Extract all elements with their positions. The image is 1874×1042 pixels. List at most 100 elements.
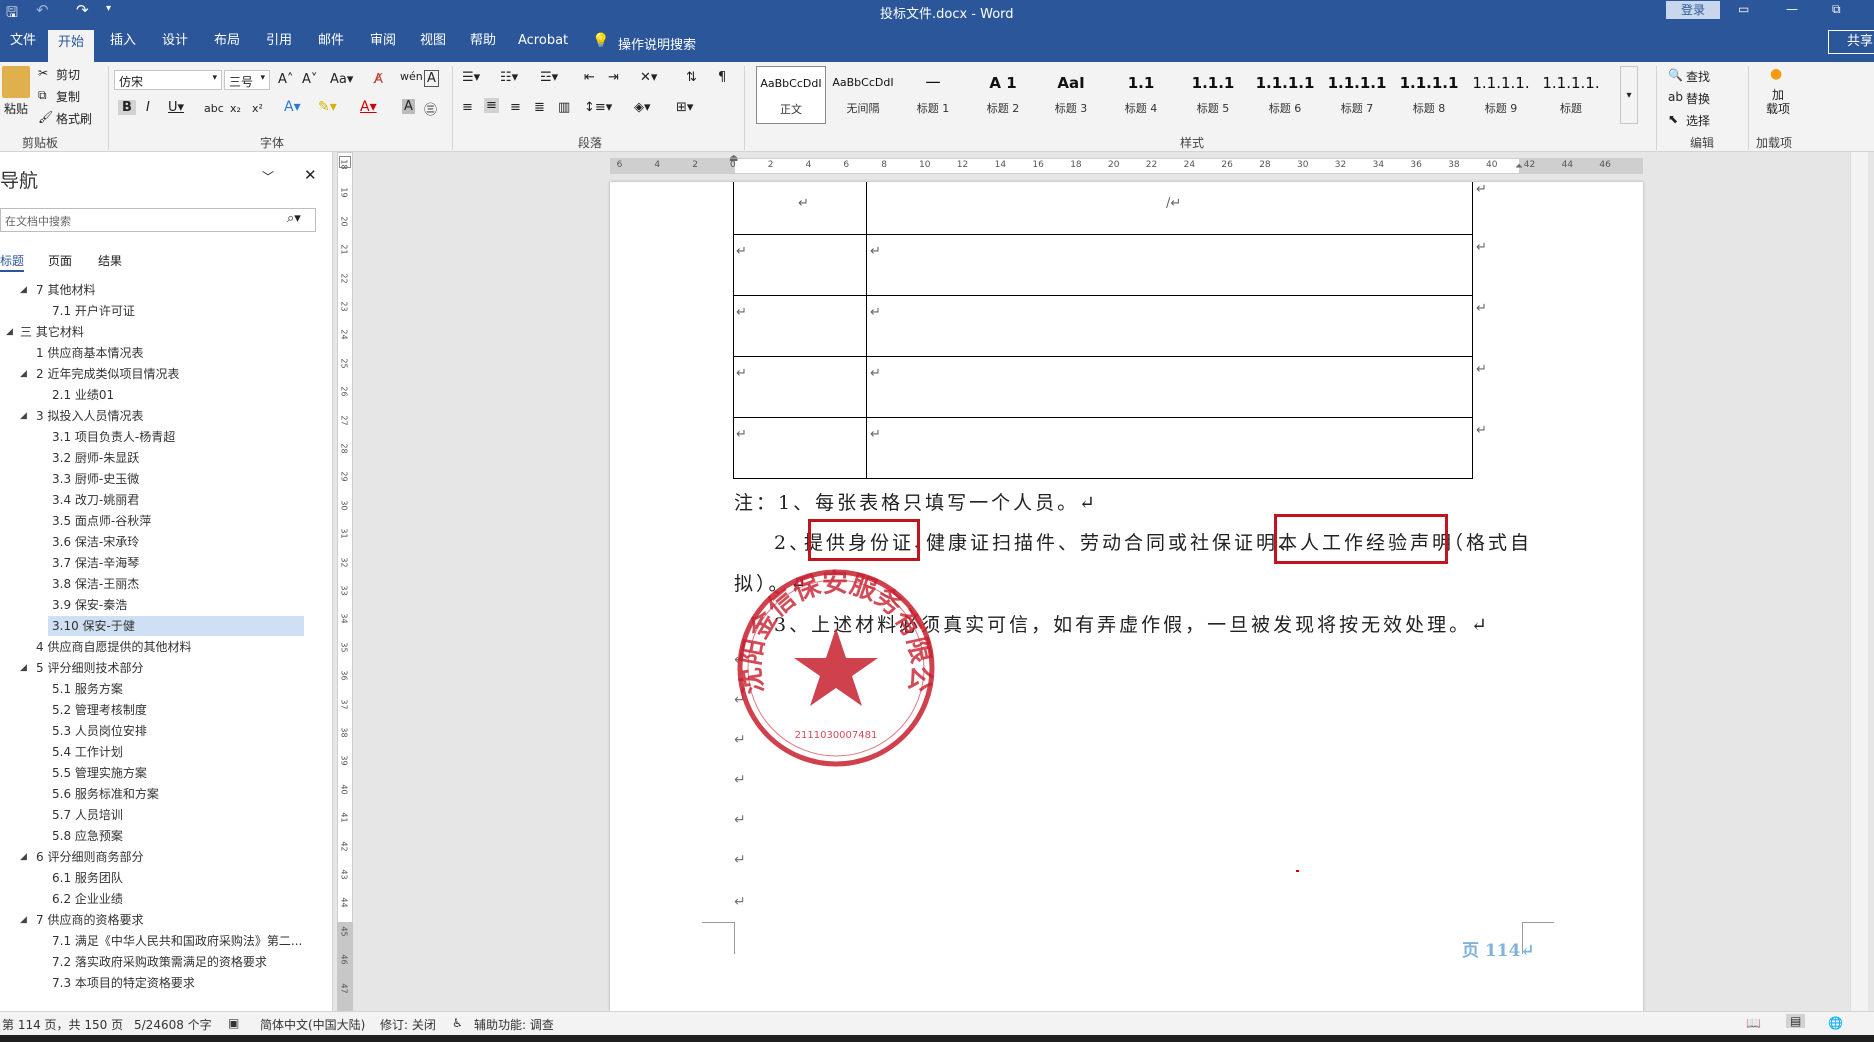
nav-heading-item[interactable]: ◢ 三 其它材料 xyxy=(0,322,316,342)
enclose-char-icon[interactable]: ㊂ xyxy=(424,99,437,118)
align-right-icon[interactable]: ≡ xyxy=(510,100,521,115)
nav-heading-item[interactable]: 5.4 工作计划 xyxy=(0,742,316,762)
nav-heading-item[interactable]: 7.1 满足《中华人民共和国政府采购法》第二... xyxy=(0,931,316,951)
redo-icon[interactable]: ↷ xyxy=(76,1,89,19)
tab-headings[interactable]: 标题 xyxy=(0,252,24,269)
font-color-icon[interactable]: A▾ xyxy=(360,99,377,115)
tell-me-search[interactable]: 操作说明搜索 xyxy=(618,34,696,53)
style-heading-5[interactable]: 1.1.1 标题 5 xyxy=(1178,66,1248,124)
nav-heading-item[interactable]: 5.7 人员培训 xyxy=(0,805,316,825)
style-heading-9[interactable]: 1.1.1.1. 标题 9 xyxy=(1466,66,1536,124)
tab-mailings[interactable]: 邮件 xyxy=(310,22,352,62)
font-size-select[interactable]: 三号 ▾ xyxy=(224,70,270,90)
nav-heading-item[interactable]: 3.8 保洁-王丽杰 xyxy=(0,574,316,594)
nav-heading-item[interactable]: 6.1 服务团队 xyxy=(0,868,316,888)
tab-design[interactable]: 设计 xyxy=(154,22,196,62)
nav-heading-item[interactable]: ◢ 3 拟投入人员情况表 xyxy=(0,406,316,426)
expand-triangle-icon[interactable]: ◢ xyxy=(20,406,27,426)
track-changes-status[interactable]: 修订: 关闭 xyxy=(380,1016,436,1033)
bullets-icon[interactable]: ☰▾ xyxy=(462,70,480,85)
login-button[interactable]: 登录 xyxy=(1666,1,1720,19)
right-indent-icon[interactable]: ⏶ xyxy=(1515,161,1523,172)
accessibility-status[interactable]: 辅助功能: 调查 xyxy=(474,1016,554,1033)
char-border-icon[interactable]: A xyxy=(424,70,439,87)
undo-icon[interactable]: ↶ xyxy=(36,1,49,19)
show-marks-icon[interactable]: ¶ xyxy=(718,70,726,85)
nav-heading-item[interactable]: 5.8 应急预案 xyxy=(0,826,316,846)
search-input[interactable]: 在文档中搜索 xyxy=(5,213,71,229)
restore-button[interactable]: ⧉ xyxy=(1832,2,1841,17)
tab-insert[interactable]: 插入 xyxy=(102,22,144,62)
nav-heading-item[interactable]: 3.9 保安-秦浩 xyxy=(0,595,316,615)
paste-icon[interactable] xyxy=(2,66,30,98)
nav-heading-item[interactable]: ◢ 6 评分细则商务部分 xyxy=(0,847,316,867)
superscript-button[interactable]: x² xyxy=(252,102,263,115)
line-spacing-icon[interactable]: ↕≡▾ xyxy=(584,100,612,115)
nav-heading-item[interactable]: ◢ 5 评分细则技术部分 xyxy=(0,658,316,678)
align-center-icon[interactable]: ≡ xyxy=(484,98,499,113)
style-normal[interactable]: AaBbCcDdI 正文 xyxy=(756,66,826,124)
nav-heading-item[interactable]: 4 供应商自愿提供的其他材料 xyxy=(0,637,316,657)
nav-heading-item[interactable]: 7.2 落实政府采购政策需满足的资格要求 xyxy=(0,952,316,972)
tab-pages[interactable]: 页面 xyxy=(48,252,72,269)
proofing-icon[interactable]: ▣ xyxy=(228,1016,239,1030)
sort-icon[interactable]: ⇅ xyxy=(686,70,697,85)
find-button[interactable]: 查找 xyxy=(1686,68,1710,85)
nav-heading-item[interactable]: 5.2 管理考核制度 xyxy=(0,700,316,720)
borders-icon[interactable]: ⊞▾ xyxy=(676,100,693,115)
tab-file[interactable]: 文件 xyxy=(2,22,44,62)
grow-font-icon[interactable]: A˄ xyxy=(278,72,293,87)
highlight-icon[interactable]: ✎▾ xyxy=(318,99,337,115)
style-heading-2[interactable]: A 1 标题 2 xyxy=(968,66,1038,124)
text-effects-icon[interactable]: A▾ xyxy=(284,99,301,115)
italic-button[interactable]: I xyxy=(146,100,150,115)
page-count[interactable]: 第 114 页，共 150 页 xyxy=(2,1016,123,1033)
nav-heading-item[interactable]: 5.3 人员岗位安排 xyxy=(0,721,316,741)
expand-triangle-icon[interactable]: ◢ xyxy=(20,364,27,384)
nav-heading-item[interactable]: 5.6 服务标准和方案 xyxy=(0,784,316,804)
vertical-scrollbar[interactable] xyxy=(1850,152,1868,1011)
nav-heading-item[interactable]: 3.3 厨师-史玉微 xyxy=(0,469,316,489)
document-page[interactable]: ↵ /↵ ↵ ↵ ↵ ↵ ↵ ↵ ↵ ↵ ↵ ↵ ↵ ↵ ↵ 注：1、每张表格只… xyxy=(610,182,1643,1011)
nav-heading-item[interactable]: 7.1 开户许可证 xyxy=(0,301,316,321)
customize-qat-icon[interactable]: ▾ xyxy=(106,3,111,14)
clear-format-icon[interactable]: A̸ xyxy=(374,72,383,87)
tab-home[interactable]: 开始 xyxy=(48,30,94,62)
share-button[interactable]: 共享 xyxy=(1828,30,1874,54)
nav-heading-item[interactable]: 3.4 改刀-姚丽君 xyxy=(0,490,316,510)
paste-button[interactable]: 粘贴 xyxy=(4,100,28,117)
nav-heading-item[interactable]: ◢ 7 其他材料 xyxy=(0,280,316,300)
increase-indent-icon[interactable]: ⇥ xyxy=(608,70,619,85)
style-no-spacing[interactable]: AaBbCcDdI 无间隔 xyxy=(828,66,898,124)
nav-heading-item[interactable]: 2.1 业绩01 xyxy=(0,385,316,405)
tab-view[interactable]: 视图 xyxy=(412,22,454,62)
decrease-indent-icon[interactable]: ⇤ xyxy=(584,70,595,85)
change-case-icon[interactable]: Aa▾ xyxy=(330,72,353,87)
search-icon[interactable]: ⌕▾ xyxy=(287,211,301,226)
close-icon[interactable]: ✕ xyxy=(304,166,317,184)
expand-triangle-icon[interactable]: ◢ xyxy=(6,322,13,342)
chinese-layout-icon[interactable]: ✕▾ xyxy=(640,70,657,85)
style-heading-8[interactable]: 1.1.1.1 标题 8 xyxy=(1394,66,1464,124)
tab-results[interactable]: 结果 xyxy=(98,252,122,269)
expand-triangle-icon[interactable]: ◢ xyxy=(20,658,27,678)
tab-help[interactable]: 帮助 xyxy=(462,22,504,62)
style-heading-3[interactable]: AaI 标题 3 xyxy=(1036,66,1106,124)
nav-heading-item[interactable]: 5.1 服务方案 xyxy=(0,679,316,699)
format-painter-button[interactable]: 格式刷 xyxy=(56,110,92,127)
align-left-icon[interactable]: ≡ xyxy=(462,100,473,115)
nav-heading-item[interactable]: 6.2 企业业绩 xyxy=(0,889,316,909)
style-heading-4[interactable]: 1.1 标题 4 xyxy=(1106,66,1176,124)
tab-layout[interactable]: 布局 xyxy=(206,22,248,62)
select-button[interactable]: 选择 xyxy=(1686,112,1710,129)
underline-button[interactable]: U▾ xyxy=(168,100,184,115)
print-layout-icon[interactable]: ▤ xyxy=(1786,1014,1806,1028)
phonetic-guide-icon[interactable]: wén xyxy=(400,70,423,83)
nav-heading-item[interactable]: 3.2 厨师-朱显跃 xyxy=(0,448,316,468)
shading-icon[interactable]: ◈▾ xyxy=(634,100,651,115)
style-heading-6[interactable]: 1.1.1.1 标题 6 xyxy=(1250,66,1320,124)
nav-heading-item[interactable]: 1 供应商基本情况表 xyxy=(0,343,316,363)
strikethrough-button[interactable]: abc xyxy=(204,102,224,115)
nav-heading-item[interactable]: 3.7 保洁-辛海琴 xyxy=(0,553,316,573)
numbering-icon[interactable]: ☷▾ xyxy=(500,70,518,85)
